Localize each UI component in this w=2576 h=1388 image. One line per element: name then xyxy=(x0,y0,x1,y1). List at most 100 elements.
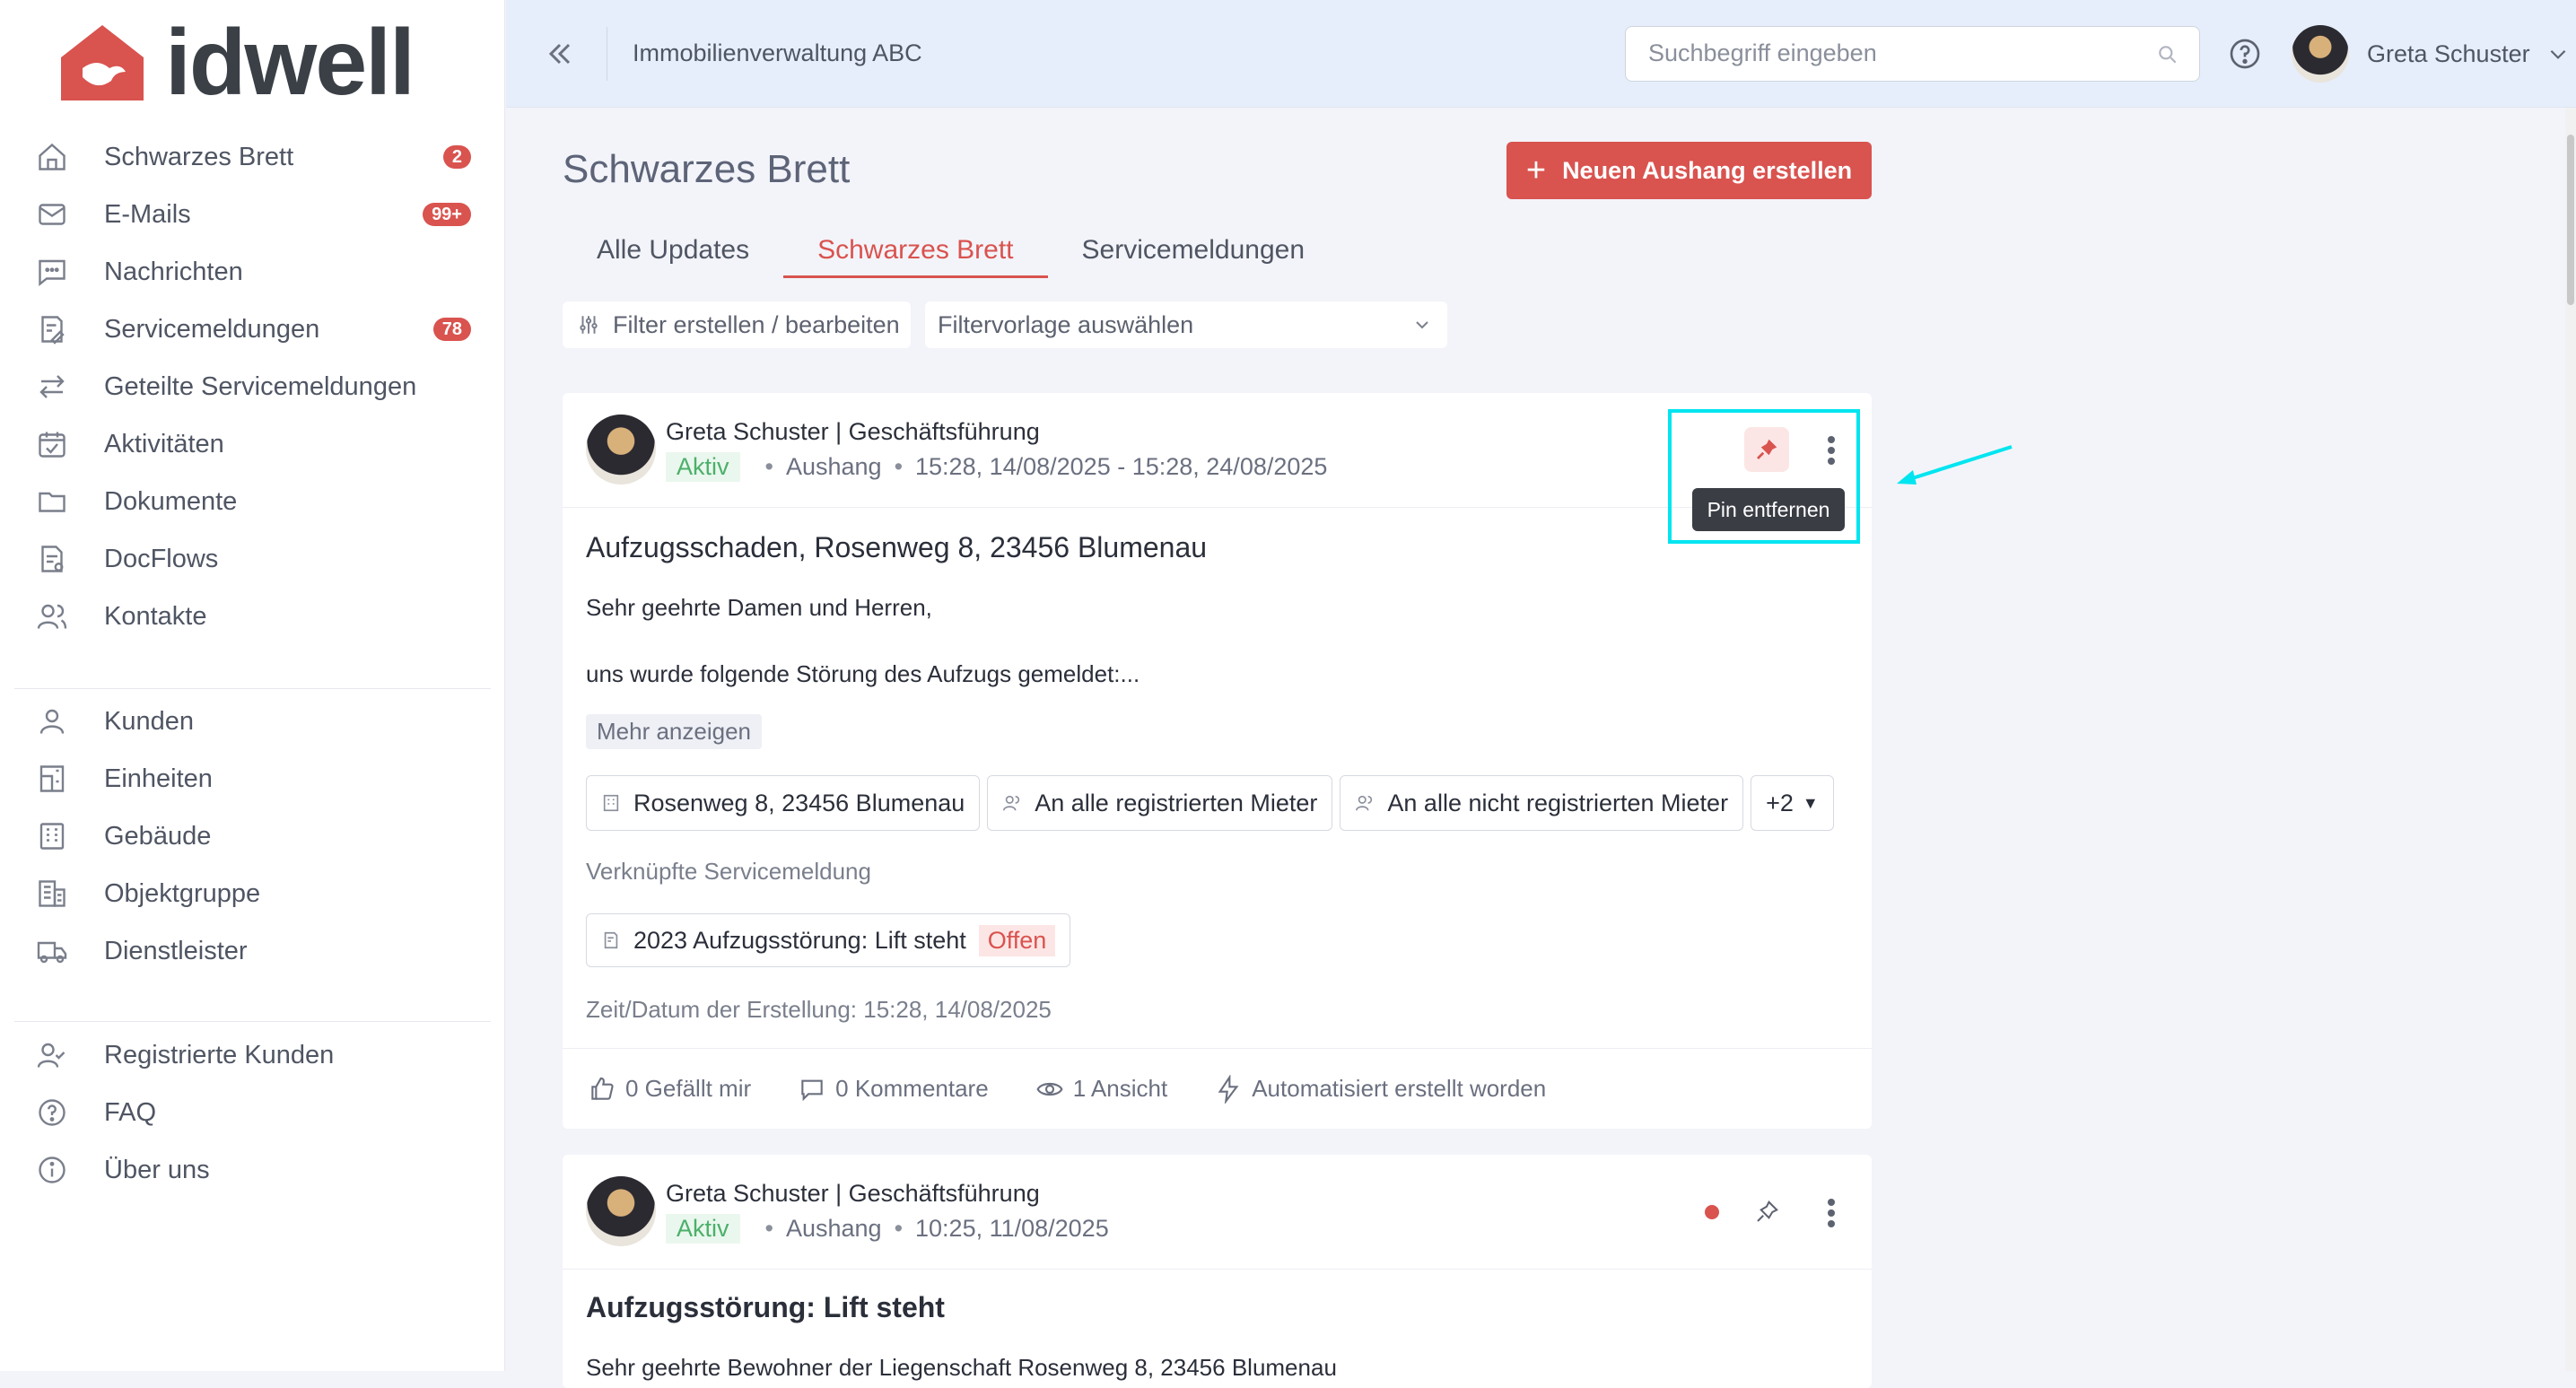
sidebar-item-kontakte[interactable]: Kontakte xyxy=(0,588,505,645)
new-notice-label: Neuen Aushang erstellen xyxy=(1562,156,1853,184)
like-button[interactable]: 0 Gefällt mir xyxy=(588,1075,751,1104)
address-chip[interactable]: Rosenweg 8, 23456 Blumenau xyxy=(586,775,981,831)
chevron-down-icon xyxy=(1416,321,1428,329)
calendar-check-icon xyxy=(39,432,65,458)
show-more-button[interactable]: Mehr anzeigen xyxy=(586,714,762,749)
tab-schwarzes-brett[interactable]: Schwarzes Brett xyxy=(783,228,1048,278)
sidebar-item-einheiten[interactable]: Einheiten xyxy=(0,750,505,807)
mail-icon xyxy=(39,204,65,225)
page-scrollbar[interactable] xyxy=(2565,108,2576,1371)
new-notice-button[interactable]: + Neuen Aushang erstellen xyxy=(1506,142,1872,199)
nav-group-info: Registrierte Kunden FAQ Über uns xyxy=(0,1026,505,1199)
tab-bar: Alle Updates Schwarzes Brett Servicemeld… xyxy=(563,228,1339,278)
pin-icon[interactable] xyxy=(1753,1199,1780,1226)
sidebar-item-objektgruppe[interactable]: Objektgruppe xyxy=(0,865,505,922)
organization-name[interactable]: Immobilienverwaltung ABC xyxy=(633,39,922,67)
idwell-logo[interactable]: idwell xyxy=(57,11,415,115)
people-icon xyxy=(1356,795,1373,811)
filter-edit-label: Filter erstellen / bearbeiten xyxy=(613,310,900,338)
avatar[interactable] xyxy=(586,415,656,484)
linked-ticket-label: Verknüpfte Servicemeldung xyxy=(586,858,871,885)
scrollbar-thumb[interactable] xyxy=(2567,135,2574,305)
filter-template-select[interactable]: Filtervorlage auswählen xyxy=(925,301,1447,348)
post-meta: Aktiv • Aushang • 15:28, 14/08/2025 - 15… xyxy=(666,452,1327,482)
search-icon[interactable] xyxy=(2156,43,2179,66)
sidebar-item-label: Gebäude xyxy=(104,821,212,851)
views-indicator: 1 Ansicht xyxy=(1035,1075,1167,1104)
nav-group-objects: Kunden Einheiten Gebäude Objektgruppe Di… xyxy=(0,693,505,980)
sidebar-item-label: Registrierte Kunden xyxy=(104,1040,335,1069)
post-card: Greta Schuster | Geschäftsführung Aktiv … xyxy=(563,1155,1872,1388)
post-meta: Aktiv • Aushang • 10:25, 11/08/2025 xyxy=(666,1214,1109,1244)
badge-count: 78 xyxy=(432,318,471,341)
tab-servicemeldungen[interactable]: Servicemeldungen xyxy=(1048,228,1339,278)
person-check-icon xyxy=(37,1043,65,1068)
recipients-chip[interactable]: An alle nicht registrierten Mieter xyxy=(1340,775,1744,831)
sidebar-item-aktivitaeten[interactable]: Aktivitäten xyxy=(0,415,505,473)
search-box xyxy=(1625,26,2200,82)
sidebar-item-dokumente[interactable]: Dokumente xyxy=(0,473,505,530)
building-group-icon xyxy=(39,880,65,907)
filter-edit-button[interactable]: Filter erstellen / bearbeiten xyxy=(563,301,911,348)
caret-down-icon: ▼ xyxy=(1802,793,1819,812)
search-input[interactable] xyxy=(1626,27,2128,79)
info-icon xyxy=(39,1157,65,1183)
building-icon xyxy=(39,823,65,850)
post-type: Aushang xyxy=(785,453,882,480)
more-vertical-icon[interactable] xyxy=(1826,1197,1837,1229)
plus-icon: + xyxy=(1525,152,1547,189)
post-footer: 0 Gefällt mir 0 Kommentare 1 Ansicht Aut… xyxy=(563,1048,1872,1129)
sidebar-item-registrierte-kunden[interactable]: Registrierte Kunden xyxy=(0,1026,505,1084)
sidebar-item-kunden[interactable]: Kunden xyxy=(0,693,505,750)
avatar[interactable] xyxy=(586,1176,656,1246)
lightning-icon xyxy=(1218,1074,1239,1104)
chip-label: +2 xyxy=(1766,789,1794,816)
linked-ticket[interactable]: 2023 Aufzugsstörung: Lift steht Offen xyxy=(586,913,1071,967)
more-vertical-icon[interactable] xyxy=(1826,434,1837,467)
sidebar-item-schwarzes-brett[interactable]: Schwarzes Brett 2 xyxy=(0,128,505,186)
unpin-button[interactable] xyxy=(1744,427,1789,472)
docflow-icon xyxy=(41,546,64,572)
sidebar-item-e-mails[interactable]: E-Mails 99+ xyxy=(0,186,505,243)
post-title[interactable]: Aufzugsstörung: Lift steht xyxy=(586,1291,945,1324)
post-date: 10:25, 11/08/2025 xyxy=(915,1215,1109,1242)
post-author[interactable]: Greta Schuster | Geschäftsführung xyxy=(666,418,1040,446)
post-title[interactable]: Aufzugsschaden, Rosenweg 8, 23456 Blumen… xyxy=(586,531,1207,564)
collapse-sidebar-icon[interactable] xyxy=(542,36,578,72)
sidebar-item-servicemeldungen[interactable]: Servicemeldungen 78 xyxy=(0,301,505,358)
sidebar-item-faq[interactable]: FAQ xyxy=(0,1084,505,1141)
topbar: Immobilienverwaltung ABC Greta Schuster xyxy=(506,0,2576,108)
service-report-icon xyxy=(604,931,618,949)
eye-icon xyxy=(1036,1082,1063,1096)
avatar xyxy=(2292,25,2349,83)
comment-button[interactable]: 0 Kommentare xyxy=(798,1075,989,1104)
badge-count: 2 xyxy=(442,145,471,169)
separator-dot: • xyxy=(764,453,773,480)
sidebar-item-dienstleister[interactable]: Dienstleister xyxy=(0,922,505,980)
thumbs-up-icon xyxy=(591,1077,614,1100)
sidebar-item-nachrichten[interactable]: Nachrichten xyxy=(0,243,505,301)
post-body-line: Sehr geehrte Damen und Herren, xyxy=(586,594,932,621)
help-icon[interactable] xyxy=(2227,36,2263,72)
logo-text: idwell xyxy=(165,11,415,115)
sidebar-item-ueber-uns[interactable]: Über uns xyxy=(0,1141,505,1199)
tab-alle-updates[interactable]: Alle Updates xyxy=(563,228,783,278)
chip-label: Rosenweg 8, 23456 Blumenau xyxy=(633,789,965,816)
post-author[interactable]: Greta Schuster | Geschäftsführung xyxy=(666,1180,1040,1208)
separator-dot: • xyxy=(894,453,904,480)
sidebar-item-label: Servicemeldungen xyxy=(104,314,320,344)
automation-indicator: Automatisiert erstellt worden xyxy=(1214,1074,1546,1104)
sidebar-item-docflows[interactable]: DocFlows xyxy=(0,530,505,588)
chip-label: An alle nicht registrierten Mieter xyxy=(1387,789,1729,816)
sliders-icon xyxy=(580,316,598,334)
sidebar-item-gebaeude[interactable]: Gebäude xyxy=(0,807,505,865)
more-recipients-dropdown[interactable]: +2 ▼ xyxy=(1751,775,1834,831)
user-menu[interactable]: Greta Schuster xyxy=(2292,25,2570,83)
post-header: Greta Schuster | Geschäftsführung Aktiv … xyxy=(563,1155,1872,1270)
sidebar-item-geteilte-servicemeldungen[interactable]: Geteilte Servicemeldungen xyxy=(0,358,505,415)
sidebar-item-label: Kunden xyxy=(104,706,194,736)
post-type: Aushang xyxy=(785,1215,882,1242)
sidebar-item-label: Schwarzes Brett xyxy=(104,142,294,171)
sidebar-item-label: E-Mails xyxy=(104,199,191,229)
recipients-chip[interactable]: An alle registrierten Mieter xyxy=(987,775,1333,831)
